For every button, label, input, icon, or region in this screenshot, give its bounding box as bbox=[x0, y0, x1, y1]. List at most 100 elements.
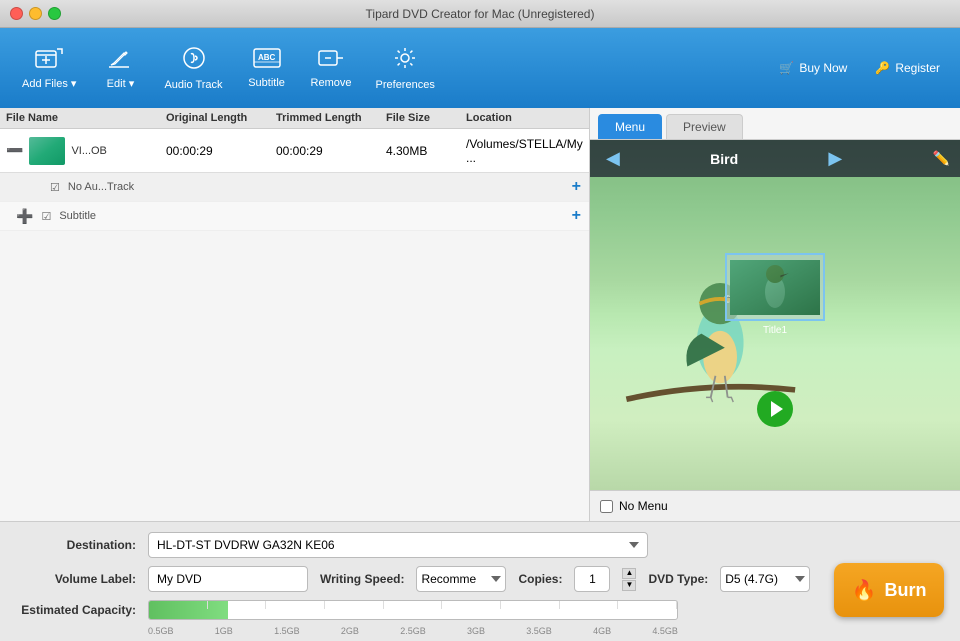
svg-text:ABC: ABC bbox=[258, 53, 276, 62]
edit-label: Edit ▾ bbox=[107, 77, 135, 90]
dvd-type-select[interactable]: D5 (4.7G) bbox=[720, 566, 810, 592]
remove-icon bbox=[318, 47, 344, 73]
destination-select[interactable]: HL-DT-ST DVDRW GA32N KE06 bbox=[148, 532, 648, 558]
preview-tabs: Menu Preview bbox=[590, 108, 960, 140]
col-location: Location bbox=[466, 112, 583, 124]
subtitle-button[interactable]: ABC Subtitle bbox=[237, 41, 297, 95]
capacity-row: Estimated Capacity: bbox=[16, 600, 944, 620]
no-menu-bar: No Menu bbox=[590, 490, 960, 521]
next-arrow[interactable]: ▶ bbox=[822, 146, 848, 171]
subtitle-name: Subtitle bbox=[59, 210, 563, 222]
preferences-label: Preferences bbox=[376, 79, 435, 91]
table-row: ➖ VI...OB 00:00:29 00:00:29 4.30MB /Volu… bbox=[0, 129, 589, 173]
title-bar: Tipard DVD Creator for Mac (Unregistered… bbox=[0, 0, 960, 28]
preview-nav: ◀ Bird ▶ ✏️ bbox=[590, 140, 960, 177]
add-audio-button[interactable]: + bbox=[572, 178, 581, 196]
volume-label-input[interactable] bbox=[148, 566, 308, 592]
window-controls bbox=[10, 7, 61, 20]
copies-down[interactable]: ▼ bbox=[622, 580, 636, 591]
key-icon: 🔑 bbox=[875, 61, 890, 75]
close-button[interactable] bbox=[10, 7, 23, 20]
copies-up[interactable]: ▲ bbox=[622, 568, 636, 579]
copies-stepper: ▲ ▼ bbox=[622, 568, 636, 591]
tab-preview[interactable]: Preview bbox=[666, 114, 743, 139]
title1-thumbnail[interactable] bbox=[725, 253, 825, 321]
add-files-button[interactable]: Add Files ▾ bbox=[12, 41, 86, 96]
original-length: 00:00:29 bbox=[166, 144, 276, 158]
preview-panel: Menu Preview ◀ Bird ▶ ✏️ bbox=[590, 108, 960, 521]
register-button[interactable]: 🔑 Register bbox=[867, 57, 948, 79]
audio-track-name: No Au...Track bbox=[68, 181, 564, 193]
file-size: 4.30MB bbox=[386, 144, 466, 158]
no-menu-label: No Menu bbox=[619, 499, 668, 513]
edit-button[interactable]: Edit ▾ bbox=[90, 41, 150, 96]
subtitle-check: ☑ bbox=[41, 210, 51, 223]
toolbar: Add Files ▾ Edit ▾ Audio Track bbox=[0, 28, 960, 108]
capacity-bar bbox=[148, 600, 678, 620]
subtitle-row: ➕ ☑ Subtitle + bbox=[0, 202, 589, 231]
play-button[interactable] bbox=[757, 391, 793, 427]
capacity-labels: 0.5GB 1GB 1.5GB 2GB 2.5GB 3GB 3.5GB 4GB … bbox=[148, 626, 678, 636]
main-area: File Name Original Length Trimmed Length… bbox=[0, 108, 960, 521]
audio-track-label: Audio Track bbox=[164, 79, 222, 91]
remove-label: Remove bbox=[311, 77, 352, 89]
audio-check: ☑ bbox=[50, 181, 60, 194]
volume-label-label: Volume Label: bbox=[16, 572, 136, 586]
add-subtitle-expand-button[interactable]: ➕ bbox=[16, 208, 33, 225]
preview-content: ◀ Bird ▶ ✏️ bbox=[590, 140, 960, 490]
capacity-ticks bbox=[149, 601, 677, 619]
audio-track-icon bbox=[181, 45, 207, 75]
file-panel: File Name Original Length Trimmed Length… bbox=[0, 108, 590, 521]
trimmed-length: 00:00:29 bbox=[276, 144, 386, 158]
preview-title: Bird bbox=[710, 151, 738, 167]
col-orig-length: Original Length bbox=[166, 112, 276, 124]
buy-now-button[interactable]: 🛒 Buy Now bbox=[771, 57, 855, 79]
thumb-preview bbox=[730, 260, 820, 315]
minimize-button[interactable] bbox=[29, 7, 42, 20]
burn-button[interactable]: 🔥 Burn bbox=[834, 563, 944, 617]
play-triangle bbox=[771, 401, 783, 417]
preview-background: ◀ Bird ▶ ✏️ bbox=[590, 140, 960, 490]
file-thumbnail bbox=[29, 137, 65, 165]
col-filesize: File Size bbox=[386, 112, 466, 124]
audio-track-button[interactable]: Audio Track bbox=[154, 39, 232, 97]
cart-icon: 🛒 bbox=[779, 61, 794, 75]
copies-label: Copies: bbox=[518, 572, 562, 586]
flame-icon: 🔥 bbox=[852, 578, 877, 603]
edit-preview-icon[interactable]: ✏️ bbox=[933, 150, 950, 167]
options-row: Volume Label: Writing Speed: Recomme Cop… bbox=[16, 566, 944, 592]
maximize-button[interactable] bbox=[48, 7, 61, 20]
file-location: /Volumes/STELLA/My ... bbox=[466, 137, 583, 165]
bottom-panel: Destination: HL-DT-ST DVDRW GA32N KE06 V… bbox=[0, 521, 960, 641]
edit-icon bbox=[107, 47, 133, 73]
col-trimmed-length: Trimmed Length bbox=[276, 112, 386, 124]
remove-file-button[interactable]: ➖ bbox=[6, 142, 23, 159]
preferences-button[interactable]: Preferences bbox=[366, 39, 445, 97]
subtitle-icon: ABC bbox=[253, 47, 281, 73]
add-subtitle-button[interactable]: + bbox=[572, 207, 581, 225]
add-files-icon bbox=[35, 47, 63, 73]
prev-arrow[interactable]: ◀ bbox=[600, 146, 626, 171]
tab-menu[interactable]: Menu bbox=[598, 114, 662, 139]
title1-label: Title1 bbox=[763, 325, 787, 336]
toolbar-right: 🛒 Buy Now 🔑 Register bbox=[771, 57, 948, 79]
add-files-label: Add Files ▾ bbox=[22, 77, 76, 90]
burn-label: Burn bbox=[884, 580, 926, 601]
no-menu-checkbox[interactable] bbox=[600, 500, 613, 513]
dvd-type-label: DVD Type: bbox=[648, 572, 708, 586]
writing-speed-select[interactable]: Recomme bbox=[416, 566, 506, 592]
destination-label: Destination: bbox=[16, 538, 136, 552]
destination-row: Destination: HL-DT-ST DVDRW GA32N KE06 bbox=[16, 532, 944, 558]
file-table-header: File Name Original Length Trimmed Length… bbox=[0, 108, 589, 129]
writing-speed-label: Writing Speed: bbox=[320, 572, 404, 586]
file-name: VI...OB bbox=[71, 145, 106, 157]
gear-icon bbox=[392, 45, 418, 75]
window-title: Tipard DVD Creator for Mac (Unregistered… bbox=[366, 7, 595, 21]
subtitle-label: Subtitle bbox=[248, 77, 285, 89]
copies-input[interactable] bbox=[574, 566, 610, 592]
capacity-label: Estimated Capacity: bbox=[16, 603, 136, 617]
audio-track-row: ☑ No Au...Track + bbox=[0, 173, 589, 202]
col-filename: File Name bbox=[6, 112, 166, 124]
remove-button[interactable]: Remove bbox=[301, 41, 362, 95]
file-name-cell: ➖ VI...OB bbox=[6, 137, 166, 165]
